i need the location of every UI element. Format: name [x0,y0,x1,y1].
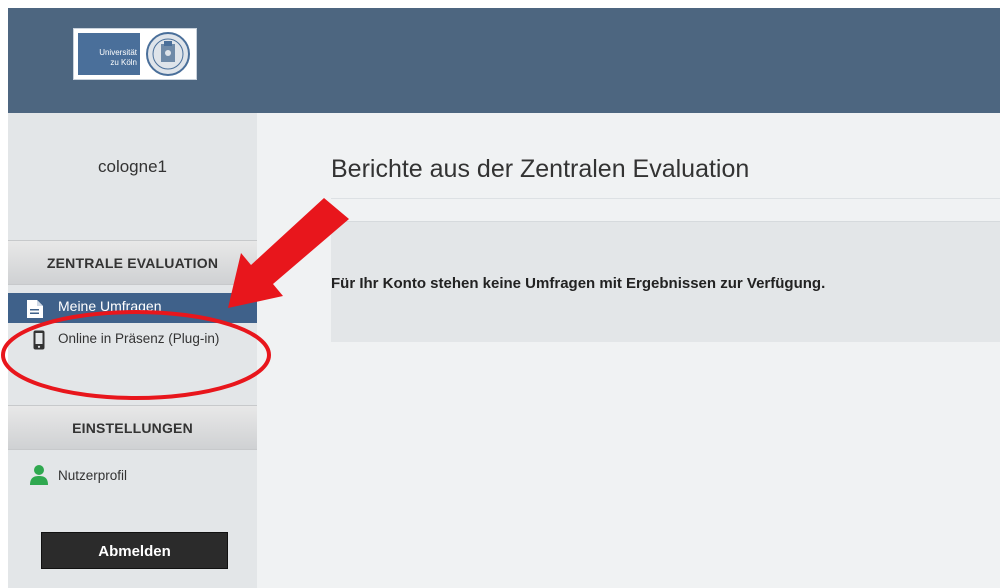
logo-line2: zu Köln [110,58,137,67]
section-header-zentrale-evaluation: ZENTRALE EVALUATION [8,240,257,285]
page: Universität zu Köln cologne1 ZENTRALE EV… [0,0,1000,588]
university-logo[interactable]: Universität zu Köln [73,28,197,80]
notice-message: Für Ihr Konto stehen keine Umfragen mit … [331,275,826,292]
notice-panel: Für Ihr Konto stehen keine Umfragen mit … [331,221,1000,342]
logo-wordmark: Universität zu Köln [78,33,140,75]
username-label: cologne1 [97,157,167,176]
university-seal-icon [146,32,190,76]
main-content: Berichte aus der Zentralen Evaluation Fü… [257,113,1000,588]
sidebar-item-nutzerprofil[interactable]: Nutzerprofil [8,460,257,490]
sidebar-item-label: Nutzerprofil [58,468,128,483]
logout-button[interactable]: Abmelden [41,532,228,569]
page-title: Berichte aus der Zentralen Evaluation [331,155,750,183]
section-header-einstellungen: EINSTELLUNGEN [8,405,257,450]
user-icon [30,465,48,485]
document-icon [27,300,43,318]
sidebar-item-meine-umfragen[interactable]: Meine Umfragen [8,293,257,323]
sidebar: cologne1 ZENTRALE EVALUATION Meine Umfra… [8,113,257,588]
sidebar-item-label: Meine Umfragen [58,298,162,314]
title-divider [331,198,1000,199]
top-header-bar: Universität zu Köln [8,8,1000,113]
logo-line1: Universität [99,48,137,57]
sidebar-item-label: Online in Präsenz (Plug-in) [58,331,220,346]
mobile-device-icon [33,330,45,350]
sidebar-item-online-in-praesenz[interactable]: Online in Präsenz (Plug-in) [8,325,257,375]
